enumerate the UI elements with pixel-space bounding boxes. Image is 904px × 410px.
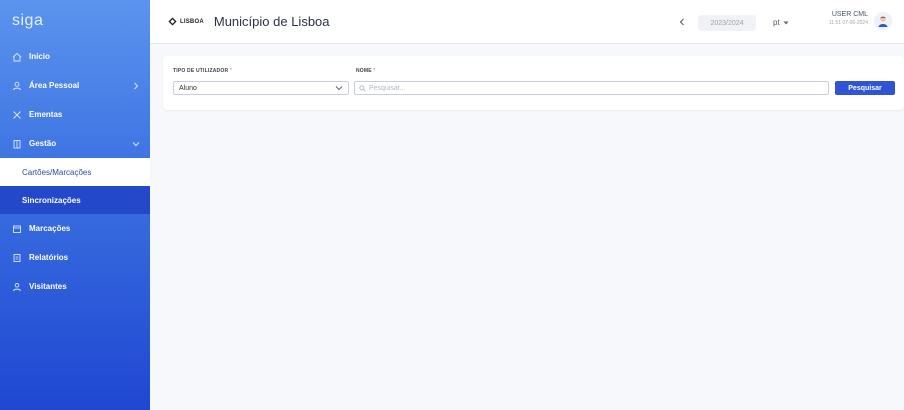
caret-down-icon — [783, 21, 789, 24]
sidebar-item-area-pessoal[interactable]: Área Pessoal — [0, 71, 150, 100]
language-selector[interactable]: pt — [773, 18, 789, 27]
sidebar-item-gestao[interactable]: Gestão — [0, 129, 150, 158]
lisboa-logo[interactable]: LISBOA — [168, 17, 204, 26]
sidebar-item-label: Marcações — [29, 224, 71, 233]
sidebar-subitem-cartoes-marcacoes[interactable]: Cartões/Marcações — [0, 158, 150, 186]
required-mark: * — [229, 68, 233, 74]
chevron-down-icon — [335, 86, 343, 91]
chevron-right-icon — [132, 82, 140, 90]
visitors-icon — [12, 282, 22, 292]
top-header: LISBOA Município de Lisboa 2023/2024 pt … — [150, 0, 904, 44]
sidebar-item-visitantes[interactable]: Visitantes — [0, 272, 150, 301]
search-icon — [359, 84, 366, 92]
sidebar-item-label: Início — [29, 52, 50, 61]
sidebar-item-label: Relatórios — [29, 253, 69, 262]
chevron-down-icon — [132, 140, 140, 148]
sidebar-item-label: Gestão — [29, 139, 57, 148]
user-type-label-text: TIPO DE UTILIZADOR — [173, 68, 229, 74]
search-input[interactable] — [369, 84, 809, 92]
sidebar-item-inicio[interactable]: Início — [0, 42, 150, 71]
chevron-left-icon[interactable] — [677, 17, 687, 27]
home-icon — [12, 52, 22, 62]
user-icon — [12, 81, 22, 91]
user-avatar-icon — [878, 16, 888, 27]
user-type-select[interactable]: Aluno — [173, 81, 349, 95]
cutlery-icon — [12, 110, 22, 120]
name-search-field[interactable] — [354, 81, 829, 95]
calendar-icon — [12, 224, 22, 234]
sidebar-item-relatorios[interactable]: Relatórios — [0, 243, 150, 272]
user-info[interactable]: USER CML 11:51 07-06-2024 — [808, 11, 868, 26]
name-label-text: NOME — [356, 68, 372, 74]
page-title: Município de Lisboa — [213, 14, 330, 29]
sidebar-subitem-sincronizacoes[interactable]: Sincronizações — [0, 186, 150, 214]
filter-card: TIPO DE UTILIZADOR * Aluno NOME * Pesqui… — [163, 56, 904, 110]
sidebar: siga Início Área Pessoal Ementas Gestão … — [0, 0, 150, 410]
user-type-value: Aluno — [179, 84, 197, 92]
search-button[interactable]: Pesquisar — [835, 81, 895, 95]
user-name: USER CML — [831, 11, 868, 18]
sidebar-item-label: Visitantes — [29, 282, 67, 291]
required-mark: * — [373, 68, 376, 74]
brand-logo[interactable]: siga — [0, 0, 150, 42]
sidebar-item-label: Ementas — [29, 110, 63, 119]
logo-text: LISBOA — [180, 18, 204, 25]
lisboa-emblem-icon — [168, 17, 177, 26]
avatar[interactable] — [874, 12, 892, 30]
name-label: NOME * — [356, 68, 376, 74]
school-year-selector[interactable]: 2023/2024 — [698, 15, 756, 31]
folder-icon — [12, 139, 22, 149]
report-icon — [12, 253, 22, 263]
user-type-label: TIPO DE UTILIZADOR * — [173, 68, 232, 74]
language-value: pt — [773, 18, 780, 27]
sidebar-item-label: Área Pessoal — [29, 81, 80, 90]
sidebar-item-ementas[interactable]: Ementas — [0, 100, 150, 129]
user-datetime: 11:51 07-06-2024 — [828, 20, 868, 26]
sidebar-item-marcacoes[interactable]: Marcações — [0, 214, 150, 243]
